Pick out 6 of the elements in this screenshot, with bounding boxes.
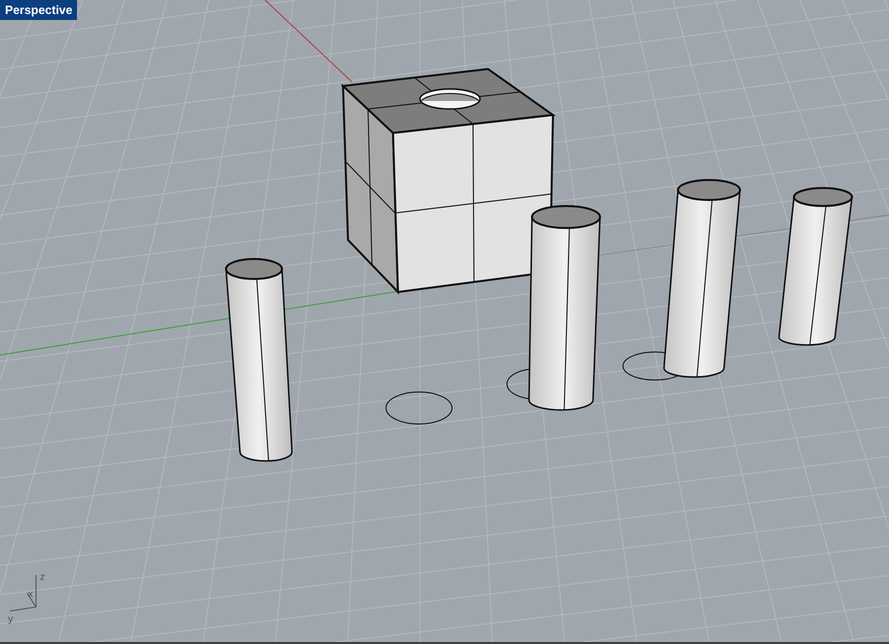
axis-label: z (40, 572, 45, 583)
axis-label: x (28, 589, 33, 600)
viewport-title[interactable]: Perspective (0, 0, 78, 20)
axis-icon (10, 574, 36, 612)
circle-outline (386, 392, 452, 424)
axis-label: y (8, 614, 13, 625)
